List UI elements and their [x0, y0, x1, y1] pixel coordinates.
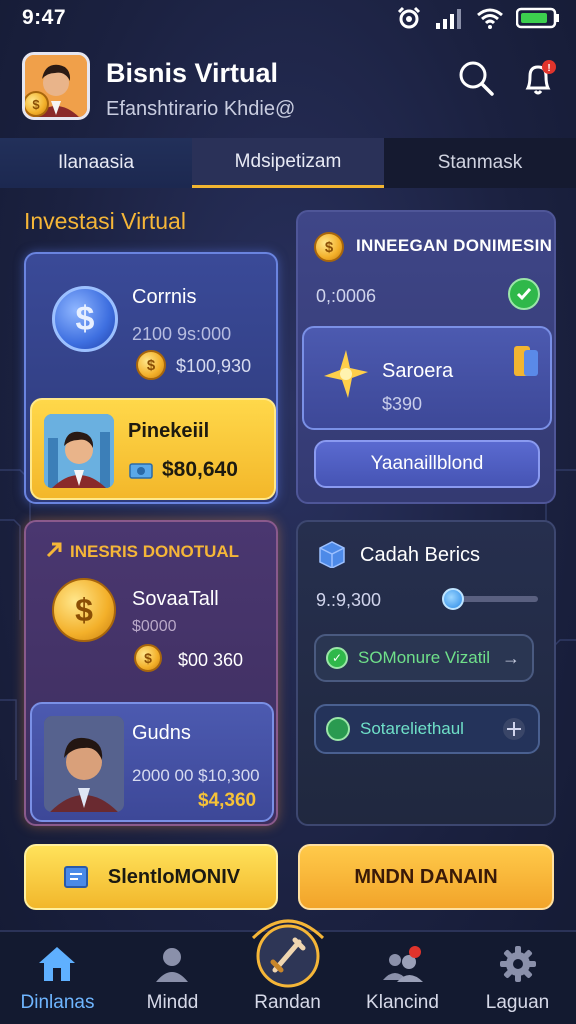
bottom-nav: Dinlanas Mindd Randan Klancind Laguan — [0, 919, 576, 1024]
app-subtitle: Efanshtirario Khdie@ — [106, 98, 296, 120]
option-2-button[interactable]: Sotareliethaul — [314, 704, 540, 754]
spark-icon — [324, 350, 368, 398]
profile-earnings-title: Pinekeiil — [128, 420, 210, 442]
cash-benefits-value: 9.:9,300 — [316, 590, 382, 610]
business-item-title: SovaaTall — [132, 588, 219, 610]
wifi-icon — [477, 8, 503, 29]
search-icon[interactable] — [456, 58, 496, 98]
battery-icon — [516, 7, 559, 29]
tab-1[interactable]: Ilanaasia — [0, 138, 192, 188]
profile-earnings-card[interactable]: Pinekeiil $80,640 — [30, 398, 276, 500]
cash-benefits-title: Cadah Berics — [360, 544, 481, 566]
home-icon — [39, 947, 75, 981]
svg-text:!: ! — [547, 63, 550, 74]
business-item-sub: $0000 — [132, 618, 177, 635]
right-action-button[interactable]: MNDN DANAIN — [298, 844, 554, 910]
manager-icon — [44, 716, 124, 812]
document-icon — [514, 346, 538, 376]
right-action-label: MNDN DANAIN — [354, 865, 498, 888]
settings-spark-icon — [503, 718, 525, 740]
left-action-label: SlentloMONIV — [107, 865, 241, 888]
investment-inner-value: $390 — [382, 394, 423, 414]
left-action-button[interactable]: SlentloMONIV — [24, 844, 278, 910]
app-title: Bisnis Virtual — [106, 58, 279, 88]
business-item-value: $00 360 — [178, 650, 244, 670]
investment-inner-title: Saroera — [382, 360, 454, 382]
business-title: INESRIS DONOTUAL — [70, 542, 240, 561]
businessman-icon — [44, 414, 114, 488]
currency-title: Corrnis — [132, 286, 197, 308]
profile-earnings-value: $80,640 — [162, 458, 238, 481]
gold-coin-icon: $ — [314, 232, 344, 262]
coin-stack-icon-2: $ — [134, 644, 162, 672]
nav-group[interactable]: Klancind — [345, 932, 460, 1024]
person-icon — [156, 948, 188, 982]
businessman-portrait — [44, 414, 114, 488]
sword-icon — [251, 919, 325, 988]
option-1-button[interactable]: ✓ SOMonure Vizatil → — [314, 634, 534, 682]
tab-bar: Ilanaasia Mdsipetizam Stanmask — [0, 138, 576, 188]
status-time: 9:47 — [22, 6, 67, 29]
alarm-icon — [397, 6, 421, 29]
app-header: $ Bisnis Virtual Efanshtirario Khdie@ ! — [0, 42, 576, 132]
option-2-label: Sotareliethaul — [360, 719, 464, 738]
option-1-status-icon: ✓ — [326, 647, 348, 669]
signal-icon — [436, 9, 461, 29]
nav-center[interactable]: Randan — [230, 919, 345, 1024]
tab-3[interactable]: Stanmask — [384, 138, 576, 188]
blue-dollar-coin-icon: $ — [52, 286, 118, 352]
cash-icon — [129, 463, 153, 479]
currency-value-2: $100,930 — [176, 356, 252, 376]
manager-value-2: $4,360 — [198, 790, 257, 811]
check-icon — [508, 278, 540, 310]
cube-icon — [319, 541, 345, 568]
nav-settings-label: Laguan — [485, 992, 550, 1013]
investment-title: INNEEGAN DONIMESIN — [356, 236, 553, 255]
cash-benefits-card[interactable]: Cadah Berics 9.:9,300 ✓ SOMonure Vizatil… — [296, 520, 556, 826]
nav-group-label: Klancind — [366, 992, 439, 1013]
box-icon — [63, 866, 88, 888]
investment-inner-panel[interactable]: Saroera $390 — [302, 326, 552, 430]
tab-2[interactable]: Mdsipetizam — [192, 138, 384, 188]
coin-stack-icon: $ — [136, 350, 166, 380]
currency-value-1: 2100 9s:000 — [132, 324, 232, 344]
manager-portrait — [44, 716, 124, 812]
option-2-status-icon — [326, 717, 350, 741]
arrow-icon — [46, 542, 62, 558]
large-gold-coin-icon: $ — [52, 578, 116, 642]
arrow-right-icon: → — [502, 647, 520, 668]
status-bar: 9:47 — [0, 0, 576, 36]
gear-icon — [500, 946, 536, 982]
cash-slider-handle[interactable] — [441, 588, 464, 610]
nav-center-label: Randan — [254, 992, 321, 1013]
manager-card[interactable]: Gudns 2000 00 $10,300 $4,360 — [30, 702, 274, 822]
option-1-label: SOMonure Vizatil — [358, 648, 490, 667]
nav-settings[interactable]: Laguan — [460, 932, 575, 1024]
investment-card[interactable]: $ INNEEGAN DONIMESIN 0,:0006 Saroera $39… — [296, 210, 556, 504]
nav-home-label: Dinlanas — [20, 992, 95, 1013]
nav-profile[interactable]: Mindd — [115, 932, 230, 1024]
investment-value: 0,:0006 — [316, 286, 377, 306]
nav-home[interactable]: Dinlanas — [0, 932, 115, 1024]
investment-action-label: Yaanaillblond — [370, 453, 484, 474]
section-title: Investasi Virtual — [24, 208, 186, 234]
app-root: 9:47 $ Bisnis Virtual Efanshtirario Khdi… — [0, 0, 576, 1024]
manager-title: Gudns — [132, 722, 191, 744]
avatar-coin-icon: $ — [25, 91, 49, 117]
group-icon — [383, 946, 423, 982]
nav-profile-label: Mindd — [146, 992, 199, 1013]
investment-action-button[interactable]: Yaanaillblond — [314, 440, 540, 488]
notification-bell-icon[interactable]: ! — [518, 58, 558, 98]
manager-value-1: 2000 00 $10,300 — [132, 766, 260, 785]
avatar[interactable]: $ — [22, 52, 90, 120]
